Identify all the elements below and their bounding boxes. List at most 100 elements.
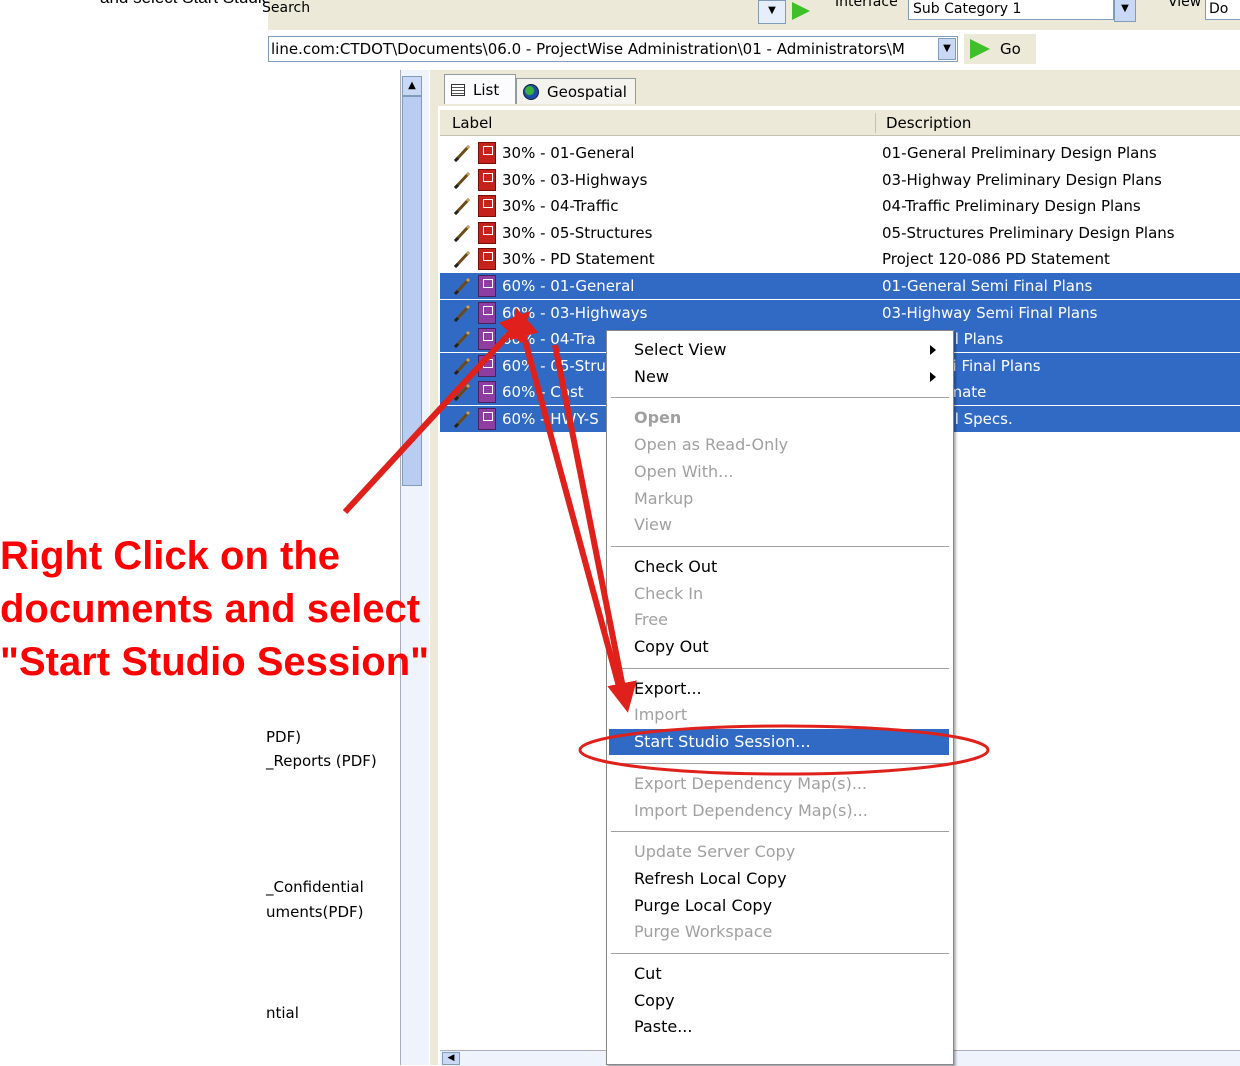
tab-geospatial[interactable]: Geospatial [516, 78, 636, 104]
pencil-icon [453, 410, 471, 429]
context-menu: Select View New Open Open as Read-Only Open … [606, 330, 954, 1065]
row-description: 04-Traffic Preliminary Design Plans [882, 197, 1141, 216]
menu-separator [611, 397, 949, 399]
menu-item-purge-workspace: Purge Workspace [634, 922, 773, 942]
go-arrow-icon [970, 39, 990, 59]
submenu-arrow-icon [930, 345, 936, 355]
row-label: 30% - 04-Traffic [502, 197, 619, 216]
pencil-icon [453, 331, 471, 349]
menu-item-free: Free [634, 610, 668, 630]
table-row[interactable]: 60% - 01-General 01-General Semi Final Pl… [440, 273, 1240, 299]
menu-separator [611, 831, 949, 833]
menu-item-view: View [634, 515, 672, 535]
row-description: 05-Structures Preliminary Design Plans [882, 223, 1175, 242]
row-label: 60% - 01-General [502, 277, 635, 295]
row-description: 01-General Semi Final Plans [882, 277, 1093, 295]
table-row[interactable]: 30% - 03-Highways 03-Highway Preliminary … [440, 167, 1240, 193]
menu-item-copy-out[interactable]: Copy Out [634, 636, 709, 658]
pencil-icon [453, 171, 471, 189]
row-description: 03-Highway Semi Final Plans [882, 303, 1098, 322]
row-label: 30% - 05-Structures [502, 223, 653, 242]
menu-item-export[interactable]: Export... [634, 678, 702, 700]
menu-separator [611, 762, 949, 764]
annotation-line: documents and select [0, 587, 421, 631]
globe-icon [523, 83, 539, 100]
menu-item-open: Open [634, 408, 682, 428]
submenu-arrow-icon [930, 371, 936, 382]
menu-item-export-dependency-map-s: Export Dependency Map(s)... [634, 773, 868, 793]
tree-item[interactable]: PDF) [266, 728, 301, 746]
column-header-description[interactable]: Description [886, 110, 971, 136]
row-label: 30% - PD Statement [502, 250, 655, 269]
column-header-label[interactable]: Label [452, 110, 492, 136]
row-label: 30% - 01-General [502, 144, 635, 162]
table-row[interactable]: 30% - 04-Traffic 04-Traffic Preliminary D… [440, 193, 1240, 219]
pdf-document-icon [478, 301, 496, 324]
column-header-row: Label Description [440, 110, 1240, 136]
pencil-icon [453, 144, 471, 163]
menu-item-open-with: Open With... [634, 461, 734, 481]
menu-item-new[interactable]: New [634, 366, 669, 388]
table-row[interactable]: 60% - 03-Highways 03-Highway Semi Final P… [440, 299, 1240, 326]
menu-item-select-view[interactable]: Select View [634, 339, 726, 361]
menu-item-check-out[interactable]: Check Out [634, 556, 717, 578]
menu-item-check-in: Check In [634, 583, 704, 603]
menu-separator [611, 667, 949, 669]
row-label: 60% - 04-Tra [502, 330, 596, 349]
pdf-document-icon [478, 248, 496, 271]
chevron-down-icon[interactable]: ▼ [938, 38, 956, 60]
pencil-icon [453, 224, 471, 242]
chevron-down-icon[interactable]: ▼ [758, 0, 786, 24]
tree-item[interactable]: _Reports (PDF) [266, 752, 377, 770]
table-row[interactable]: 30% - 01-General 01-General Preliminary D… [440, 140, 1240, 166]
address-input[interactable]: line.com:CTDOT\Documents\06.0 - ProjectW… [268, 36, 958, 62]
tab-label: Geospatial [547, 82, 627, 101]
go-label: Go [1000, 40, 1021, 58]
list-icon [451, 83, 465, 96]
pdf-document-icon [478, 142, 496, 164]
interface-label: Interface [835, 0, 898, 10]
scroll-thumb[interactable] [402, 96, 422, 486]
interface-select[interactable]: Sub Category 1 [908, 0, 1114, 20]
pencil-icon [453, 384, 471, 402]
pdf-document-icon [478, 195, 496, 218]
row-label: 30% - 03-Highways [502, 170, 648, 189]
pencil-icon [453, 198, 471, 216]
tree-item[interactable]: _Confidential [266, 878, 364, 896]
pdf-document-icon [478, 354, 496, 377]
pencil-icon [453, 251, 471, 269]
menu-item-cut[interactable]: Cut [634, 963, 662, 985]
tree-item[interactable]: ntial [266, 1004, 299, 1022]
row-label: 60% - HWY-S [502, 410, 599, 428]
scroll-left-icon[interactable]: ◀ [442, 1052, 460, 1065]
tab-label: List [473, 80, 500, 99]
row-label: 60% - 03-Highways [502, 303, 648, 322]
pdf-document-icon [478, 381, 496, 404]
menu-item-paste[interactable]: Paste... [634, 1016, 692, 1038]
view-select[interactable]: Do [1205, 0, 1240, 20]
go-arrow-icon[interactable] [792, 2, 810, 20]
menu-item-open-as-read-only: Open as Read-Only [634, 435, 789, 455]
pdf-document-icon [478, 275, 496, 297]
column-divider[interactable] [875, 113, 876, 133]
menu-item-refresh-local-copy[interactable]: Refresh Local Copy [634, 868, 787, 890]
menu-separator [611, 953, 949, 954]
menu-item-purge-local-copy[interactable]: Purge Local Copy [634, 895, 772, 917]
menu-item-import: Import [634, 705, 688, 725]
annotation-line: "Start Studio Session" [0, 640, 430, 684]
tab-list[interactable]: List [444, 74, 516, 104]
table-row[interactable]: 30% - 05-Structures 05-Structures Prelimi… [440, 220, 1240, 246]
menu-item-start-studio-session[interactable]: Start Studio Session... [634, 731, 811, 753]
scroll-up-icon[interactable]: ▲ [402, 76, 422, 96]
tree-item[interactable]: uments(PDF) [266, 903, 363, 921]
pencil-icon [453, 357, 471, 375]
table-row[interactable]: 30% - PD Statement Project 120-086 PD Sta… [440, 246, 1240, 272]
row-description: 01-General Preliminary Design Plans [882, 144, 1157, 162]
menu-item-copy[interactable]: Copy [634, 990, 675, 1012]
row-description: 03-Highway Preliminary Design Plans [882, 170, 1162, 189]
menu-item-update-server-copy: Update Server Copy [634, 842, 796, 862]
menu-item-import-dependency-map-s: Import Dependency Map(s)... [634, 800, 868, 820]
pdf-document-icon [478, 328, 496, 351]
annotation-line: Right Click on the [0, 534, 340, 578]
chevron-down-icon[interactable]: ▼ [1114, 0, 1136, 22]
